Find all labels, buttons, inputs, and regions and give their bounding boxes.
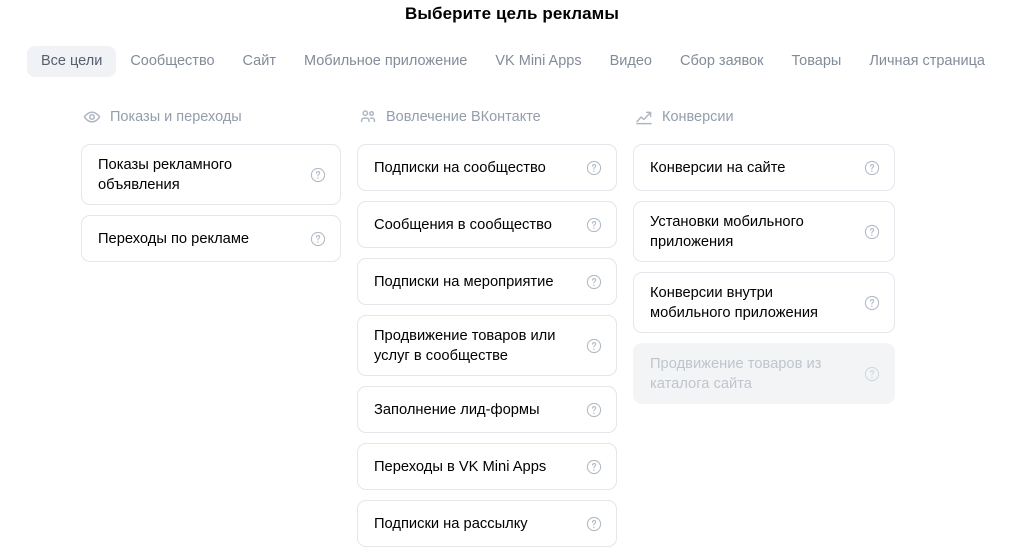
tab-category-5[interactable]: Видео: [596, 46, 666, 77]
help-circle-icon[interactable]: [586, 274, 602, 290]
goal-card[interactable]: Переходы в VK Mini Apps: [357, 443, 617, 490]
goal-card[interactable]: Переходы по рекламе: [81, 215, 341, 262]
column-header: Вовлечение ВКонтакте: [357, 106, 617, 128]
help-circle-icon[interactable]: [586, 160, 602, 176]
help-circle-icon[interactable]: [864, 295, 880, 311]
goal-column-1: Показы и переходы Показы рекламного объяв…: [81, 106, 341, 552]
goal-card[interactable]: Сообщения в сообщество: [357, 201, 617, 248]
goal-card: Продвижение товаров из каталога сайта: [633, 343, 895, 404]
goal-card-label: Конверсии внутри мобильного приложения: [650, 284, 818, 321]
tab-category-8[interactable]: Личная страница: [855, 46, 999, 77]
tab-category-1[interactable]: Сообщество: [116, 46, 228, 77]
goal-card-label: Показы рекламного объявления: [98, 156, 233, 193]
help-circle-icon[interactable]: [586, 459, 602, 475]
help-circle-icon[interactable]: [310, 167, 326, 183]
goal-card-label: Заполнение лид-формы: [374, 401, 540, 418]
goal-category-tabs: Все цели Сообщество Сайт Мобильное приложен…: [27, 46, 999, 77]
help-circle-icon[interactable]: [586, 217, 602, 233]
goal-card[interactable]: Подписки на рассылку: [357, 500, 617, 547]
goal-card[interactable]: Заполнение лид-формы: [357, 386, 617, 433]
help-circle-icon: [864, 366, 880, 382]
trending-up-icon: [635, 108, 653, 126]
goal-card-label: Сообщения в сообщество: [374, 216, 552, 233]
goal-card[interactable]: Подписки на мероприятие: [357, 258, 617, 305]
help-circle-icon[interactable]: [864, 160, 880, 176]
column-title: Вовлечение ВКонтакте: [386, 109, 541, 125]
goal-column-2: Вовлечение ВКонтакте Подписки на сообщест…: [357, 106, 617, 552]
tab-category-3[interactable]: Мобильное приложение: [290, 46, 481, 77]
help-circle-icon[interactable]: [586, 516, 602, 532]
column-header: Показы и переходы: [81, 106, 341, 128]
goal-card-label: Подписки на сообщество: [374, 159, 546, 176]
column-header: Конверсии: [633, 106, 895, 128]
goal-card-label: Продвижение товаров из каталога сайта: [650, 355, 822, 392]
goal-card[interactable]: Конверсии на сайте: [633, 144, 895, 191]
tab-all-goals[interactable]: Все цели: [27, 46, 117, 77]
ad-goal-selector-page: Выберите цель рекламы Все цели Сообщество…: [0, 0, 1024, 552]
goal-card-label: Переходы по рекламе: [98, 230, 250, 247]
tab-category-4[interactable]: VK Mini Apps: [481, 46, 595, 77]
help-circle-icon[interactable]: [310, 231, 326, 247]
tab-category-7[interactable]: Товары: [777, 46, 855, 77]
goal-card-label: Подписки на мероприятие: [374, 273, 554, 290]
goal-card[interactable]: Подписки на сообщество: [357, 144, 617, 191]
column-title: Показы и переходы: [110, 109, 242, 125]
goal-card-label: Продвижение товаров или услуг в сообщест…: [374, 327, 556, 364]
goal-card[interactable]: Конверсии внутри мобильного приложения: [633, 272, 895, 333]
goal-card-label: Подписки на рассылку: [374, 515, 528, 532]
page-title: Выберите цель рекламы: [405, 4, 619, 23]
goal-card-label: Переходы в VK Mini Apps: [374, 458, 547, 475]
help-circle-icon[interactable]: [864, 224, 880, 240]
goal-columns: Показы и переходы Показы рекламного объяв…: [81, 106, 895, 552]
goal-card[interactable]: Продвижение товаров или услуг в сообщест…: [357, 315, 617, 376]
goal-card[interactable]: Установки мобильного приложения: [633, 201, 895, 262]
goal-card-label: Установки мобильного приложения: [650, 213, 804, 250]
eye-icon: [83, 108, 101, 126]
column-title: Конверсии: [662, 109, 734, 125]
help-circle-icon[interactable]: [586, 338, 602, 354]
goal-card[interactable]: Показы рекламного объявления: [81, 144, 341, 205]
tab-category-6[interactable]: Сбор заявок: [666, 46, 777, 77]
goal-card-label: Конверсии на сайте: [650, 159, 786, 176]
goal-column-3: Конверсии Конверсии на сайте Установки моб…: [633, 106, 895, 552]
users-icon: [359, 108, 377, 126]
help-circle-icon[interactable]: [586, 402, 602, 418]
tab-category-2[interactable]: Сайт: [229, 46, 290, 77]
